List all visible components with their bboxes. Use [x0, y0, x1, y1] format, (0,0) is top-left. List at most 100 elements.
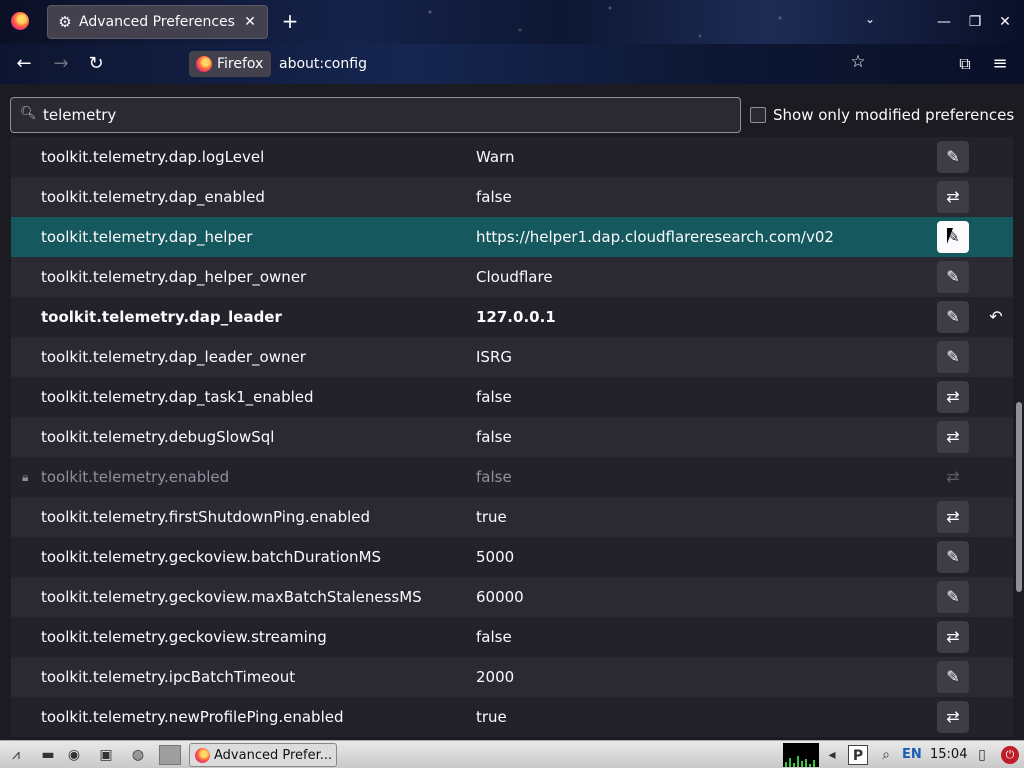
- volume-icon[interactable]: ◂: [822, 745, 842, 765]
- show-modified-label: Show only modified preferences: [773, 106, 1015, 124]
- edit-button[interactable]: ✎: [937, 341, 969, 373]
- preference-name: toolkit.telemetry.dap_leader_owner: [41, 348, 306, 366]
- table-row[interactable]: toolkit.telemetry.geckoview.batchDuratio…: [11, 537, 1013, 577]
- gear-icon: ⚙: [58, 13, 72, 31]
- table-row[interactable]: toolkit.telemetry.ipcBatchTimeout 2000 ✎: [11, 657, 1013, 697]
- preference-value: https://helper1.dap.cloudflareresearch.c…: [476, 228, 834, 246]
- preference-value: 2000: [476, 668, 515, 686]
- taskbar-window-label: Advanced Prefer...: [214, 747, 333, 763]
- table-row[interactable]: toolkit.telemetry.dap_task1_enabled false…: [11, 377, 1013, 417]
- edit-button[interactable]: ✎: [937, 261, 969, 293]
- preference-value: false: [476, 188, 512, 206]
- start-menu-icon[interactable]: ⩘: [6, 745, 26, 765]
- preference-name: toolkit.telemetry.geckoview.batchDuratio…: [41, 548, 382, 566]
- preference-name: toolkit.telemetry.geckoview.maxBatchStal…: [41, 588, 422, 606]
- table-row[interactable]: toolkit.telemetry.debugSlowSql false ⇄: [11, 417, 1013, 457]
- lock-icon: 🔒︎: [22, 470, 29, 484]
- show-modified-checkbox[interactable]: [750, 107, 766, 123]
- table-row[interactable]: toolkit.telemetry.dap_leader 127.0.0.1 ✎ ↶: [11, 297, 1013, 337]
- url-text[interactable]: about:config: [279, 51, 367, 77]
- edit-button[interactable]: ✎: [937, 301, 969, 333]
- file-manager-icon[interactable]: ▬: [38, 745, 58, 765]
- preference-name: toolkit.telemetry.dap.logLevel: [41, 148, 265, 166]
- table-row[interactable]: toolkit.telemetry.dap_helper https://help…: [11, 217, 1013, 257]
- show-modified-toggle[interactable]: Show only modified preferences: [750, 105, 1014, 125]
- preference-name: toolkit.telemetry.geckoview.streaming: [41, 628, 327, 646]
- firefox-icon: [196, 56, 212, 72]
- toggle-button[interactable]: ⇄: [937, 421, 969, 453]
- list-all-tabs-icon[interactable]: ⌄: [862, 12, 878, 28]
- toggle-button: ⇄: [946, 467, 960, 486]
- clock[interactable]: 15:04: [930, 746, 967, 764]
- edit-button[interactable]: ✎: [937, 661, 969, 693]
- search-field[interactable]: 🔍︎: [10, 97, 741, 133]
- preference-value: false: [476, 388, 512, 406]
- table-row[interactable]: toolkit.telemetry.firstShutdownPing.enab…: [11, 497, 1013, 537]
- back-arrow-icon[interactable]: ←: [13, 53, 35, 75]
- toggle-button[interactable]: ⇄: [937, 501, 969, 533]
- firefox-menu-icon[interactable]: [11, 12, 29, 30]
- reload-icon[interactable]: ↻: [85, 53, 107, 75]
- firefox-launcher-icon[interactable]: ◍: [128, 745, 148, 765]
- preference-value: Cloudflare: [476, 268, 553, 286]
- lock-screen-icon[interactable]: ▯: [972, 745, 992, 765]
- preference-value: ISRG: [476, 348, 512, 366]
- preference-name: toolkit.telemetry.dap_helper_owner: [41, 268, 307, 286]
- maximize-button[interactable]: ❐: [965, 12, 985, 32]
- preference-name: toolkit.telemetry.dap_task1_enabled: [41, 388, 314, 406]
- workspace-switcher[interactable]: [159, 745, 181, 765]
- identity-box[interactable]: Firefox: [189, 51, 272, 77]
- bookmark-star-icon[interactable]: ☆: [848, 52, 868, 72]
- table-row[interactable]: toolkit.telemetry.dap.logLevel Warn ✎: [11, 137, 1013, 177]
- toggle-button[interactable]: ⇄: [937, 701, 969, 733]
- tab-advanced-preferences[interactable]: ⚙ Advanced Preferences ✕: [47, 5, 268, 39]
- search-input[interactable]: [43, 102, 723, 128]
- toggle-button[interactable]: ⇄: [937, 381, 969, 413]
- preference-value: true: [476, 708, 507, 726]
- taskbar-window-button[interactable]: Advanced Prefer...: [189, 743, 337, 767]
- preference-value: false: [476, 628, 512, 646]
- toggle-button[interactable]: ⇄: [937, 181, 969, 213]
- preference-value: false: [476, 468, 512, 486]
- close-window-button[interactable]: ✕: [995, 12, 1015, 32]
- title-bar: ⚙ Advanced Preferences ✕ + ⌄ — ❐ ✕: [0, 0, 1024, 44]
- table-row[interactable]: toolkit.telemetry.geckoview.streaming fal…: [11, 617, 1013, 657]
- preference-value: 127.0.0.1: [476, 308, 556, 326]
- edit-button[interactable]: ✎: [937, 581, 969, 613]
- toggle-button[interactable]: ⇄: [937, 621, 969, 653]
- new-tab-button[interactable]: +: [280, 11, 300, 31]
- preference-value: true: [476, 508, 507, 526]
- table-row[interactable]: toolkit.telemetry.dap_enabled false ⇄: [11, 177, 1013, 217]
- firefox-icon: [195, 748, 210, 763]
- forward-arrow-icon: →: [53, 53, 69, 74]
- edit-button[interactable]: ✎: [937, 141, 969, 173]
- extensions-icon[interactable]: ⧉: [954, 53, 976, 75]
- table-row[interactable]: toolkit.telemetry.newProfilePing.enabled…: [11, 697, 1013, 737]
- preference-value: Warn: [476, 148, 515, 166]
- preference-name: toolkit.telemetry.enabled: [41, 468, 230, 486]
- minimize-button[interactable]: —: [934, 12, 954, 32]
- preference-name: toolkit.telemetry.ipcBatchTimeout: [41, 668, 296, 686]
- preference-value: 60000: [476, 588, 524, 606]
- keyboard-layout[interactable]: EN: [902, 746, 922, 764]
- reset-button[interactable]: ↶: [980, 301, 1012, 333]
- navigation-bar: ← → ↻ Firefox about:config ⧉ ≡: [0, 44, 1024, 84]
- preference-value: false: [476, 428, 512, 446]
- preferences-table: toolkit.telemetry.dap.logLevel Warn ✎ toolk…: [11, 137, 1013, 740]
- clipboard-manager-icon[interactable]: P: [848, 745, 868, 765]
- scrollbar-thumb[interactable]: [1016, 402, 1022, 592]
- table-row[interactable]: 🔒︎ toolkit.telemetry.enabled false ⇄: [11, 457, 1013, 497]
- table-row[interactable]: toolkit.telemetry.dap_helper_owner Cloudf…: [11, 257, 1013, 297]
- url-bar[interactable]: Firefox about:config: [186, 47, 876, 81]
- hamburger-menu-icon[interactable]: ≡: [989, 53, 1011, 75]
- edit-button[interactable]: ✎: [937, 541, 969, 573]
- web-browser-icon[interactable]: ◉: [64, 745, 84, 765]
- table-row[interactable]: toolkit.telemetry.dap_leader_owner ISRG ✎: [11, 337, 1013, 377]
- preference-name: toolkit.telemetry.firstShutdownPing.enab…: [41, 508, 371, 526]
- search-tray-icon[interactable]: ⌕: [876, 745, 896, 765]
- search-icon: 🔍︎: [20, 106, 37, 121]
- table-row[interactable]: toolkit.telemetry.geckoview.maxBatchStal…: [11, 577, 1013, 617]
- power-icon[interactable]: ⏻: [1001, 746, 1019, 764]
- close-tab-icon[interactable]: ✕: [241, 13, 259, 31]
- show-desktop-icon[interactable]: ▣: [96, 745, 116, 765]
